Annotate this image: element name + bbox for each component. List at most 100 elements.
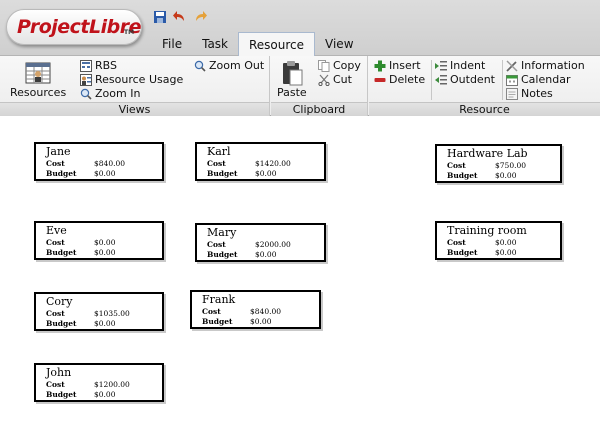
cost-value: $750.00 <box>495 161 527 170</box>
calendar-button[interactable]: Calendar <box>506 73 570 86</box>
zoom-out-label: Zoom Out <box>209 59 265 72</box>
cost-label: Cost <box>46 159 65 168</box>
node-budget-row: Budget $0.00 <box>447 248 516 257</box>
outdent-label: Outdent <box>450 73 495 86</box>
rbs-canvas[interactable]: Jane Cost $840.00 Budget $0.00 Karl Cost $1… <box>0 117 600 438</box>
outdent-button[interactable]: Outdent <box>435 73 495 86</box>
cost-label: Cost <box>207 240 226 249</box>
node-cost-row: Cost $840.00 <box>202 307 281 316</box>
tab-task[interactable]: Task <box>192 32 238 56</box>
minus-icon <box>374 74 386 86</box>
resource-node-training-room[interactable]: Training room Cost $0.00 Budget $0.00 <box>435 221 562 260</box>
cost-label: Cost <box>207 159 226 168</box>
resources-button-label: Resources <box>10 86 67 99</box>
resource-node-mary[interactable]: Mary Cost $2000.00 Budget $0.00 <box>195 223 326 262</box>
copy-label: Copy <box>333 59 361 72</box>
node-name: Hardware Lab <box>447 147 528 160</box>
cost-label: Cost <box>46 238 65 247</box>
resource-node-hardware-lab[interactable]: Hardware Lab Cost $750.00 Budget $0.00 <box>435 144 562 183</box>
budget-label: Budget <box>46 169 77 178</box>
node-cost-row: Cost $840.00 <box>46 159 125 168</box>
indent-label: Indent <box>450 59 486 72</box>
redo-icon[interactable] <box>192 9 208 25</box>
cost-value: $840.00 <box>250 307 282 316</box>
views-group: Resources RBS Resource Usage Zoom In Zoo… <box>0 56 270 116</box>
rbs-icon <box>80 59 92 72</box>
plus-icon <box>374 60 386 72</box>
clipboard-group-label: Clipboard <box>271 102 367 116</box>
node-name: Frank <box>202 293 236 306</box>
node-budget-row: Budget $0.00 <box>447 171 516 180</box>
undo-icon[interactable] <box>172 9 188 25</box>
cost-label: Cost <box>46 309 65 318</box>
insert-button[interactable]: Insert <box>374 59 421 72</box>
node-name: Jane <box>46 145 71 158</box>
tab-view[interactable]: View <box>315 32 363 56</box>
budget-label: Budget <box>202 317 233 326</box>
cost-value: $1200.00 <box>94 380 130 389</box>
paste-button[interactable]: Paste <box>277 60 307 99</box>
projectlibre-logo: ProjectLibre TM <box>6 9 142 45</box>
node-cost-row: Cost $750.00 <box>447 161 526 170</box>
node-budget-row: Budget $0.00 <box>46 390 115 399</box>
node-budget-row: Budget $0.00 <box>46 248 115 257</box>
title-bar: ProjectLibre TM File Task Resource View <box>0 0 600 57</box>
resource-node-frank[interactable]: Frank Cost $840.00 Budget $0.00 <box>190 290 321 329</box>
node-cost-row: Cost $2000.00 <box>207 240 291 249</box>
tools-icon <box>506 59 518 72</box>
indent-icon <box>435 60 447 72</box>
tab-resource[interactable]: Resource <box>238 32 316 57</box>
resource-node-cory[interactable]: Cory Cost $1035.00 Budget $0.00 <box>34 292 164 331</box>
budget-value: $0.00 <box>250 317 272 326</box>
ribbon: Resources RBS Resource Usage Zoom In Zoo… <box>0 56 600 116</box>
resource-usage-button[interactable]: Resource Usage <box>80 73 183 86</box>
node-cost-row: Cost $0.00 <box>447 238 516 247</box>
save-icon[interactable] <box>152 9 168 25</box>
cut-label: Cut <box>333 73 352 86</box>
logo-text: ProjectLibre <box>17 16 142 38</box>
budget-label: Budget <box>447 248 478 257</box>
budget-value: $0.00 <box>495 171 517 180</box>
insert-label: Insert <box>389 59 421 72</box>
resource-node-karl[interactable]: Karl Cost $1420.00 Budget $0.00 <box>195 142 326 181</box>
node-name: Karl <box>207 145 231 158</box>
budget-label: Budget <box>207 250 238 259</box>
resource-node-jane[interactable]: Jane Cost $840.00 Budget $0.00 <box>34 142 164 181</box>
node-budget-row: Budget $0.00 <box>207 250 276 259</box>
budget-label: Budget <box>207 169 238 178</box>
rbs-button[interactable]: RBS <box>80 59 117 72</box>
cost-value: $0.00 <box>495 238 517 247</box>
budget-value: $0.00 <box>495 248 517 257</box>
node-name: Mary <box>207 226 237 239</box>
node-cost-row: Cost $1035.00 <box>46 309 130 318</box>
views-group-label: Views <box>0 102 269 116</box>
notes-label: Notes <box>521 87 553 100</box>
node-cost-row: Cost $1200.00 <box>46 380 130 389</box>
clipboard-group: Paste Copy Cut Clipboard <box>271 56 368 116</box>
resource-separator <box>431 60 432 100</box>
copy-button[interactable]: Copy <box>318 59 361 72</box>
resource-node-eve[interactable]: Eve Cost $0.00 Budget $0.00 <box>34 221 164 260</box>
cost-value: $0.00 <box>94 238 116 247</box>
node-name: Eve <box>46 224 67 237</box>
cut-button[interactable]: Cut <box>318 73 352 86</box>
indent-button[interactable]: Indent <box>435 59 485 72</box>
paste-label: Paste <box>277 86 307 99</box>
node-budget-row: Budget $0.00 <box>46 169 115 178</box>
zoom-in-button[interactable]: Zoom In <box>80 87 140 100</box>
copy-icon <box>318 59 330 72</box>
ribbon-tabs: File Task Resource View <box>152 32 364 57</box>
information-button[interactable]: Information <box>506 59 585 72</box>
tab-file[interactable]: File <box>152 32 192 56</box>
resource-group: Insert Delete Indent Outdent Information… <box>369 56 600 116</box>
resource-node-john[interactable]: John Cost $1200.00 Budget $0.00 <box>34 363 164 402</box>
resource-usage-label: Resource Usage <box>95 73 184 86</box>
logo-trademark: TM <box>124 29 135 36</box>
zoom-out-button[interactable]: Zoom Out <box>194 59 264 72</box>
notes-icon <box>506 87 518 100</box>
delete-button[interactable]: Delete <box>374 73 425 86</box>
budget-value: $0.00 <box>255 250 277 259</box>
node-name: John <box>46 366 72 379</box>
notes-button[interactable]: Notes <box>506 87 553 100</box>
resources-button[interactable]: Resources <box>10 62 66 99</box>
